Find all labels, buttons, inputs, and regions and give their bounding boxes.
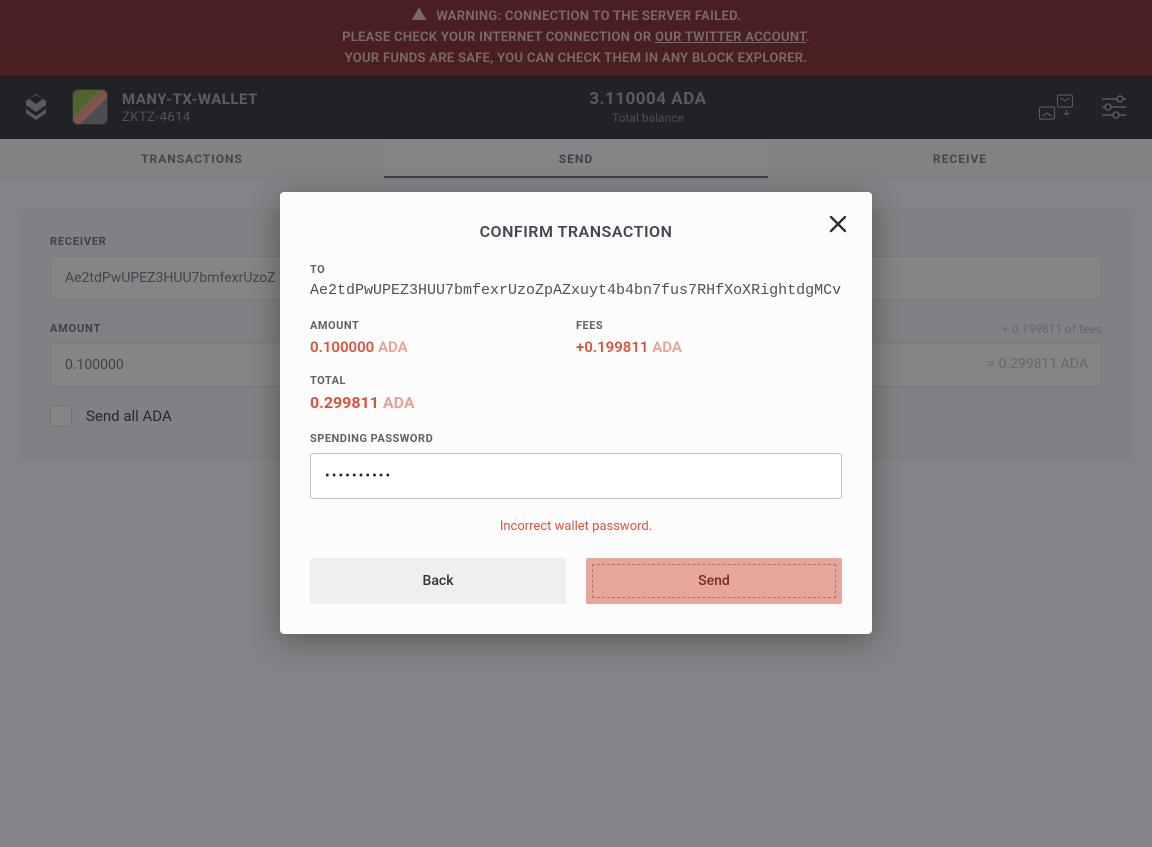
modal-amount-value: 0.100000 ADA [310,338,576,356]
modal-amount-label: AMOUNT [310,319,576,332]
modal-total-value: 0.299811 ADA [310,393,842,412]
modal-title: CONFIRM TRANSACTION [310,222,842,241]
password-error: Incorrect wallet password. [310,519,842,534]
modal-fees-value: +0.199811 ADA [576,338,842,356]
modal-overlay: CONFIRM TRANSACTION TO Ae2tdPwUPEZ3HUU7b… [0,0,1152,847]
modal-fees-label: FEES [576,319,842,332]
to-address: Ae2tdPwUPEZ3HUU7bmfexrUzoZpAZxuyt4b4bn7f… [310,282,842,299]
send-button[interactable]: Send [586,558,842,604]
to-label: TO [310,263,842,276]
close-icon[interactable] [826,212,850,236]
modal-total-label: TOTAL [310,374,842,387]
spending-password-label: SPENDING PASSWORD [310,432,842,445]
send-button-label: Send [698,573,730,589]
spending-password-input[interactable] [310,453,842,499]
back-button[interactable]: Back [310,558,566,604]
confirm-transaction-modal: CONFIRM TRANSACTION TO Ae2tdPwUPEZ3HUU7b… [280,192,872,634]
